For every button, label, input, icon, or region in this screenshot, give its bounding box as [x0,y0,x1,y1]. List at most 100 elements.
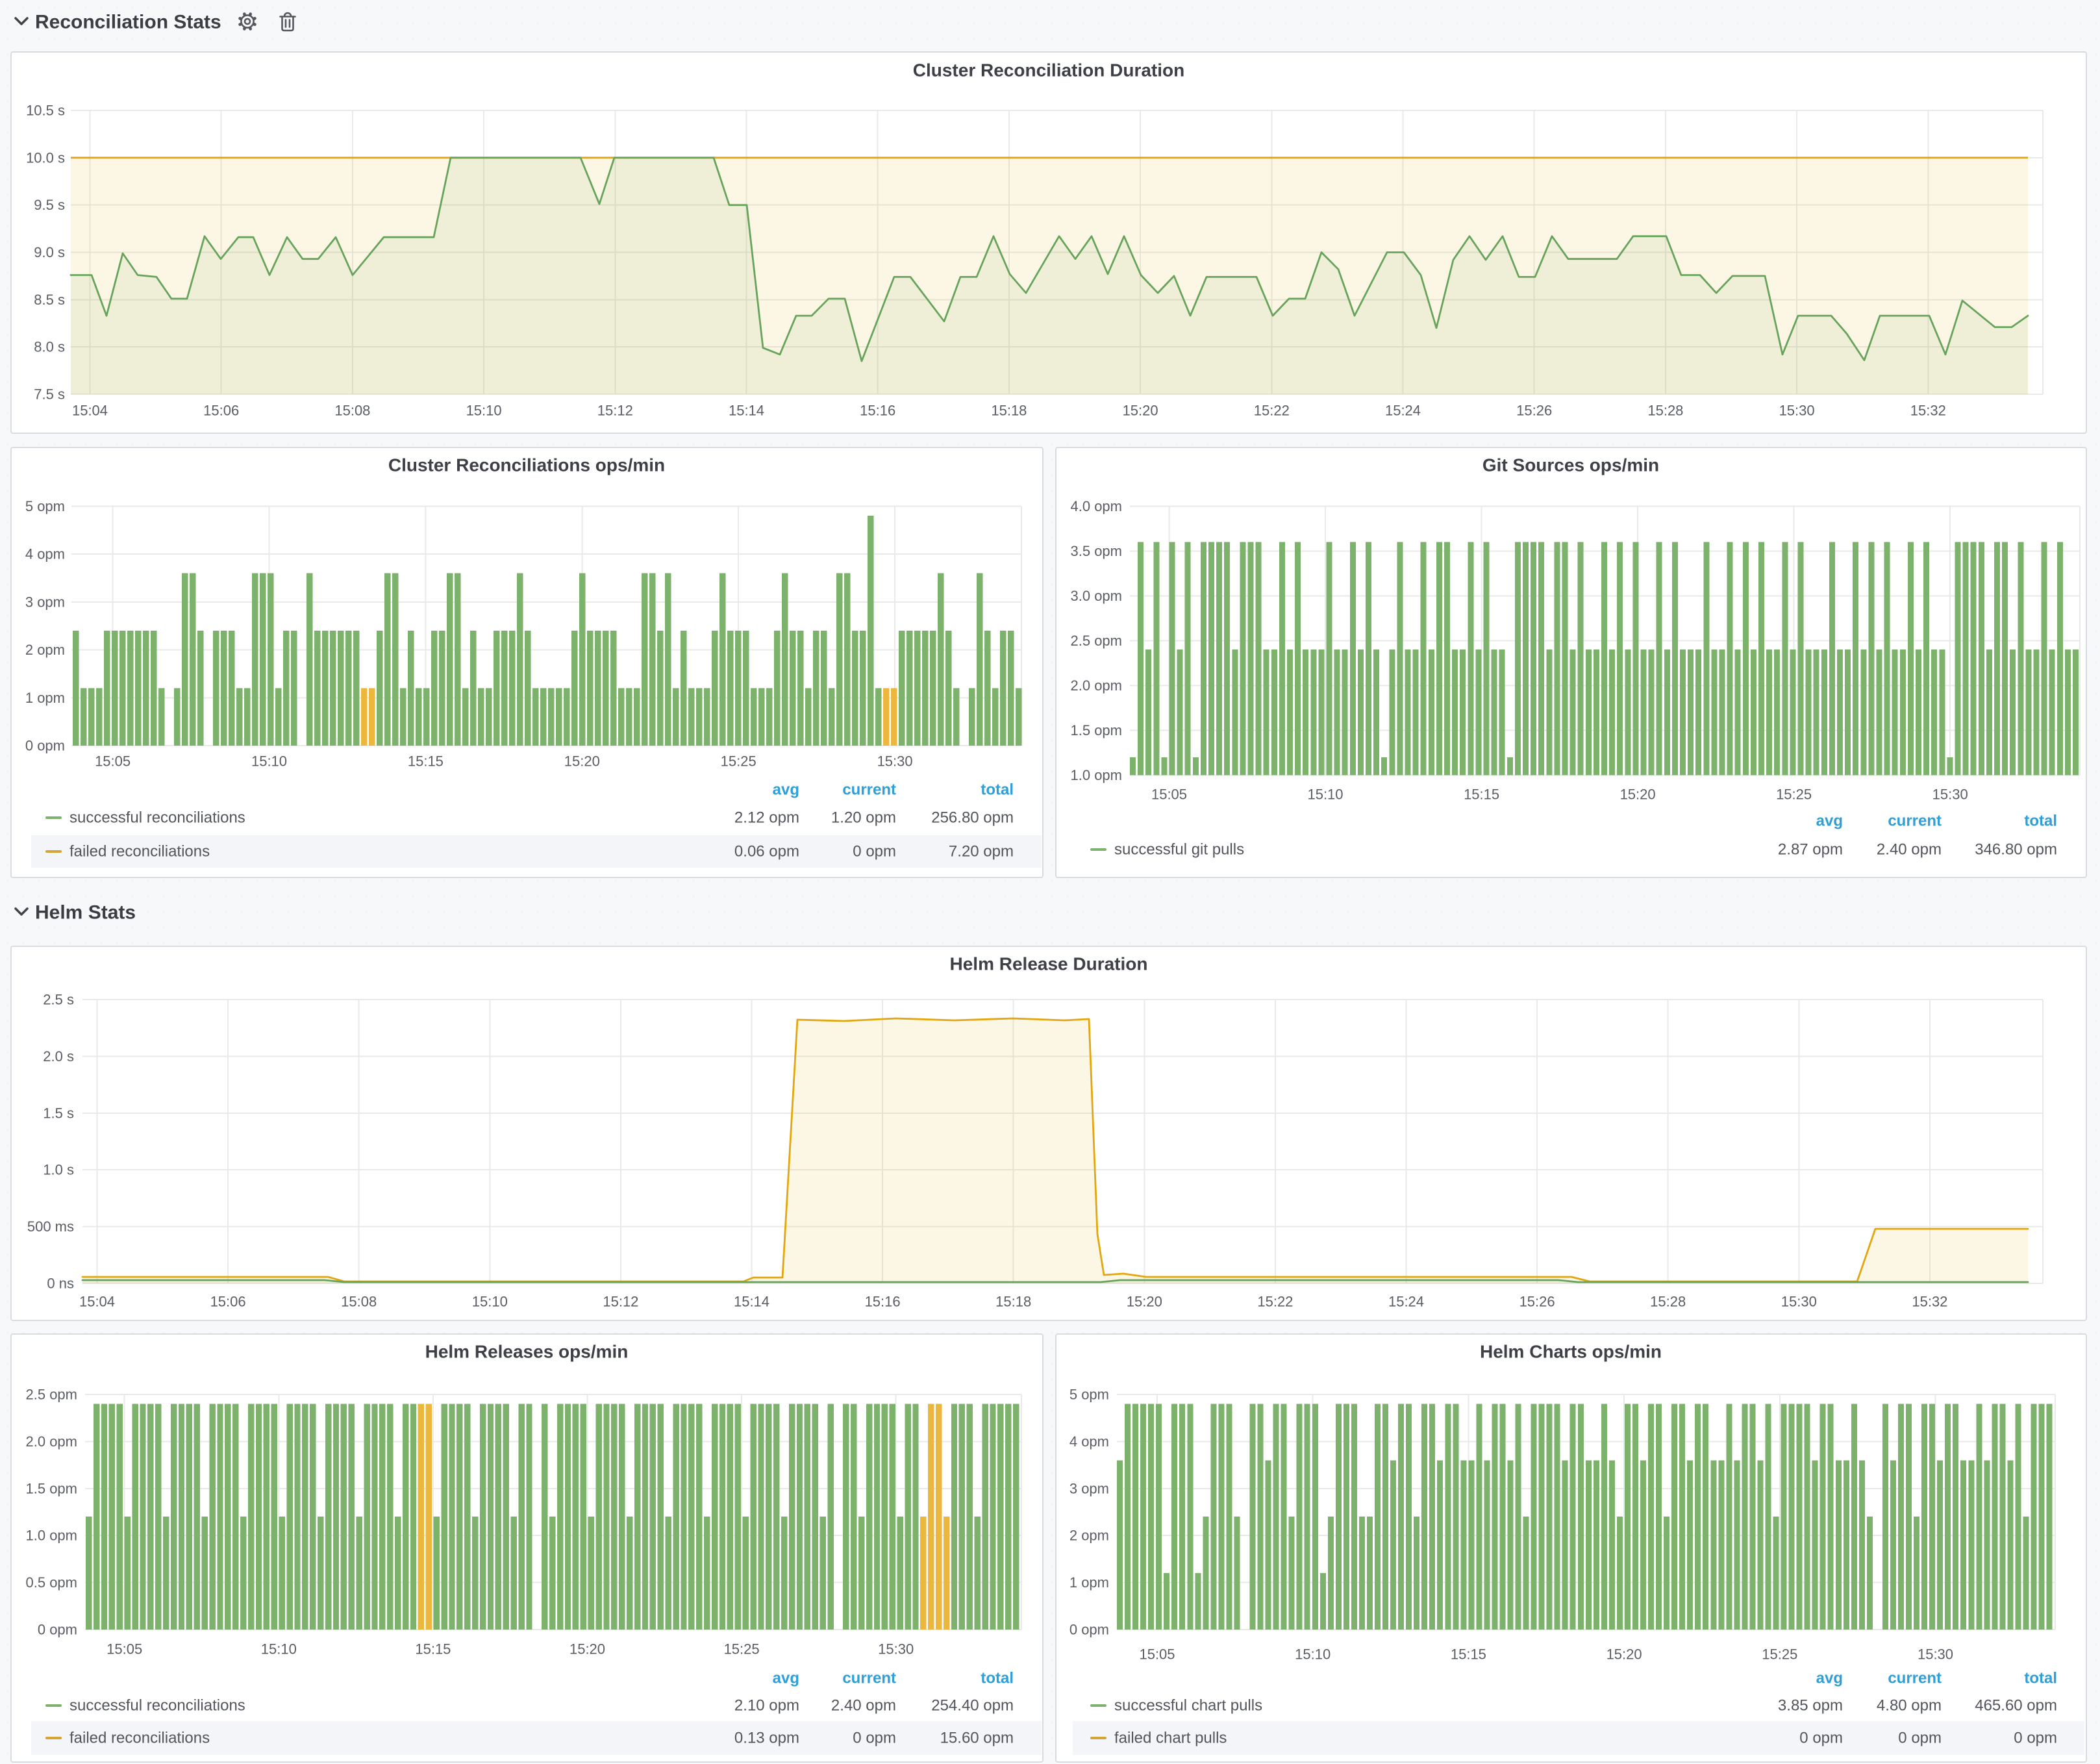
svg-text:1 opm: 1 opm [25,690,65,706]
svg-text:15.60 opm: 15.60 opm [940,1730,1014,1747]
svg-text:2.0 s: 2.0 s [43,1048,74,1065]
svg-text:15:05: 15:05 [1139,1646,1175,1663]
svg-text:15:32: 15:32 [1910,403,1946,419]
svg-text:0.13 opm: 0.13 opm [734,1730,799,1747]
svg-text:15:25: 15:25 [1776,787,1812,803]
svg-text:3.5 opm: 3.5 opm [1071,543,1123,559]
svg-text:1.5 opm: 1.5 opm [1071,722,1123,738]
svg-text:5 opm: 5 opm [25,498,65,514]
svg-text:1.20 opm: 1.20 opm [831,809,896,827]
svg-text:15:04: 15:04 [72,403,108,419]
svg-text:4 opm: 4 opm [1069,1433,1109,1450]
svg-text:2.5 opm: 2.5 opm [26,1387,78,1403]
svg-text:15:15: 15:15 [408,753,444,770]
svg-text:2.5 s: 2.5 s [43,992,74,1008]
svg-text:15:30: 15:30 [1918,1646,1953,1663]
svg-text:current: current [842,781,896,799]
svg-text:failed reconciliations: failed reconciliations [69,843,210,861]
svg-text:current: current [1888,813,1942,830]
svg-text:2 opm: 2 opm [25,642,65,658]
svg-text:total: total [2024,1670,2057,1687]
svg-text:256.80 opm: 256.80 opm [931,809,1014,827]
svg-text:0 opm: 0 opm [25,738,65,754]
svg-text:0 opm: 0 opm [853,1730,896,1747]
svg-text:254.40 opm: 254.40 opm [931,1697,1014,1715]
svg-text:465.60 opm: 465.60 opm [1975,1697,2057,1715]
svg-text:0 opm: 0 opm [1898,1730,1942,1747]
svg-text:Helm Charts ops/min: Helm Charts ops/min [1480,1342,1662,1362]
svg-text:15:24: 15:24 [1385,403,1421,419]
svg-text:15:24: 15:24 [1388,1294,1424,1310]
svg-text:avg: avg [1816,1670,1843,1687]
svg-text:successful reconciliations: successful reconciliations [69,1697,245,1715]
svg-text:15:15: 15:15 [1464,787,1499,803]
svg-text:15:06: 15:06 [203,403,239,419]
svg-text:avg: avg [1816,813,1843,830]
svg-text:15:25: 15:25 [1762,1646,1797,1663]
svg-text:15:12: 15:12 [603,1294,638,1310]
svg-text:Cluster Reconciliation Duratio: Cluster Reconciliation Duration [913,60,1185,81]
svg-text:15:05: 15:05 [1151,787,1187,803]
svg-text:avg: avg [773,1670,799,1687]
svg-text:15:16: 15:16 [860,403,895,419]
svg-text:2.40 opm: 2.40 opm [831,1697,896,1715]
svg-text:current: current [1888,1670,1942,1687]
svg-text:7.20 opm: 7.20 opm [949,843,1014,861]
svg-text:10.0 s: 10.0 s [26,149,65,166]
svg-text:avg: avg [773,781,799,799]
svg-text:1.5 s: 1.5 s [43,1105,74,1121]
svg-text:1 opm: 1 opm [1069,1574,1109,1591]
svg-text:15:20: 15:20 [1123,403,1158,419]
svg-text:15:05: 15:05 [95,753,131,770]
svg-text:346.80 opm: 346.80 opm [1975,841,2057,859]
svg-text:1.0 opm: 1.0 opm [1071,767,1123,783]
svg-text:15:22: 15:22 [1254,403,1290,419]
svg-text:15:18: 15:18 [991,403,1027,419]
svg-text:0.06 opm: 0.06 opm [734,843,799,861]
svg-text:Git Sources ops/min: Git Sources ops/min [1482,455,1659,475]
svg-text:9.5 s: 9.5 s [34,197,65,213]
svg-text:current: current [842,1670,896,1687]
svg-text:15:20: 15:20 [1127,1294,1162,1310]
svg-text:15:08: 15:08 [341,1294,377,1310]
svg-text:0.5 opm: 0.5 opm [26,1574,78,1591]
svg-text:3.0 opm: 3.0 opm [1071,588,1123,604]
svg-text:3 opm: 3 opm [1069,1480,1109,1496]
svg-text:15:05: 15:05 [106,1641,142,1657]
svg-text:15:16: 15:16 [865,1294,901,1310]
svg-text:15:10: 15:10 [1295,1646,1331,1663]
svg-text:15:20: 15:20 [1620,787,1656,803]
svg-text:15:30: 15:30 [1779,403,1815,419]
svg-text:15:30: 15:30 [878,1641,914,1657]
svg-text:2.40 opm: 2.40 opm [1877,841,1942,859]
svg-text:15:25: 15:25 [721,753,756,770]
svg-text:15:30: 15:30 [1932,787,1968,803]
svg-text:15:28: 15:28 [1650,1294,1686,1310]
svg-text:0 ns: 0 ns [47,1276,74,1292]
svg-text:2.12 opm: 2.12 opm [734,809,799,827]
svg-text:3 opm: 3 opm [25,594,65,610]
svg-text:15:14: 15:14 [729,403,764,419]
svg-text:15:20: 15:20 [569,1641,605,1657]
svg-text:4 opm: 4 opm [25,546,65,562]
svg-text:15:15: 15:15 [415,1641,451,1657]
svg-text:0 opm: 0 opm [1799,1730,1843,1747]
svg-text:15:10: 15:10 [472,1294,508,1310]
svg-text:10.5 s: 10.5 s [26,103,65,119]
svg-text:15:22: 15:22 [1257,1294,1293,1310]
svg-text:15:20: 15:20 [564,753,600,770]
svg-text:total: total [981,781,1014,799]
svg-text:3.85 opm: 3.85 opm [1778,1697,1843,1715]
svg-text:total: total [2024,813,2057,830]
svg-text:8.5 s: 8.5 s [34,292,65,308]
svg-text:15:30: 15:30 [877,753,913,770]
svg-text:total: total [981,1670,1014,1687]
svg-text:failed reconciliations: failed reconciliations [69,1730,210,1747]
svg-text:0 opm: 0 opm [38,1622,77,1638]
svg-text:15:10: 15:10 [251,753,287,770]
svg-text:successful reconciliations: successful reconciliations [69,809,245,827]
svg-text:7.5 s: 7.5 s [34,386,65,403]
svg-text:0 opm: 0 opm [1069,1622,1109,1638]
svg-text:0 opm: 0 opm [2014,1730,2057,1747]
svg-text:Reconciliation Stats: Reconciliation Stats [35,12,221,33]
